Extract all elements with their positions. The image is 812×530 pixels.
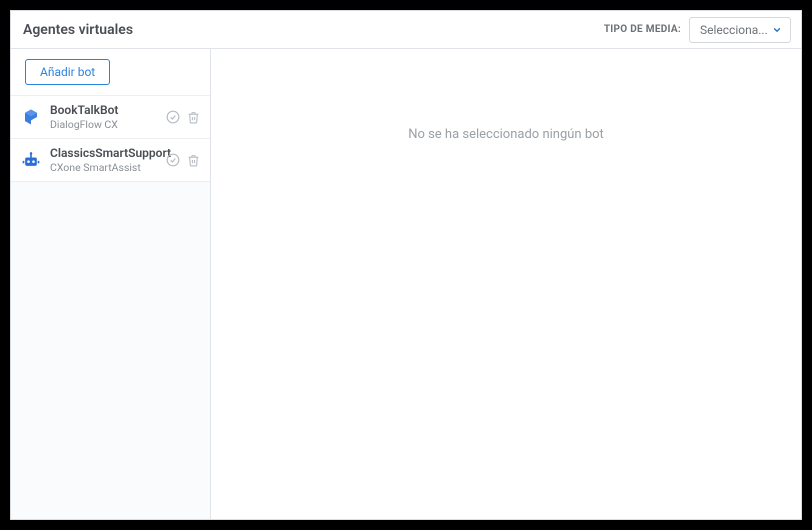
cxone-bot-icon	[21, 150, 41, 170]
header-bar: Agentes virtuales TIPO DE MEDIA: Selecci…	[11, 11, 801, 49]
trash-icon[interactable]	[186, 110, 200, 124]
bot-list-item[interactable]: BookTalkBot DialogFlow CX	[11, 95, 210, 139]
sidebar: Añadir bot BookTalkBot DialogFlow CX	[11, 49, 211, 519]
bot-list: BookTalkBot DialogFlow CX	[11, 95, 210, 182]
bot-provider: CXone SmartAssist	[50, 161, 157, 174]
body: Añadir bot BookTalkBot DialogFlow CX	[11, 49, 801, 519]
media-type-label: TIPO DE MEDIA:	[604, 24, 681, 35]
app-window: Agentes virtuales TIPO DE MEDIA: Selecci…	[10, 10, 802, 520]
chevron-down-icon	[772, 25, 782, 35]
page-title: Agentes virtuales	[23, 22, 133, 38]
add-bot-wrap: Añadir bot	[11, 49, 210, 95]
add-bot-button[interactable]: Añadir bot	[25, 59, 110, 85]
dialogflow-icon	[21, 107, 41, 127]
header-controls: TIPO DE MEDIA: Selecciona...	[604, 17, 791, 43]
bot-actions	[166, 153, 200, 167]
media-type-select[interactable]: Selecciona...	[689, 17, 791, 43]
check-circle-icon[interactable]	[166, 110, 180, 124]
main-panel: No se ha seleccionado ningún bot	[211, 49, 801, 519]
bot-text: BookTalkBot DialogFlow CX	[50, 103, 157, 131]
bot-text: ClassicsSmartSupport CXone SmartAssist	[50, 146, 157, 174]
check-circle-icon[interactable]	[166, 153, 180, 167]
bot-name: ClassicsSmartSupport	[50, 146, 157, 161]
bot-actions	[166, 110, 200, 124]
bot-provider: DialogFlow CX	[50, 118, 157, 131]
select-placeholder: Selecciona...	[700, 23, 768, 37]
trash-icon[interactable]	[186, 153, 200, 167]
empty-state-text: No se ha seleccionado ningún bot	[408, 127, 604, 142]
bot-name: BookTalkBot	[50, 103, 157, 118]
bot-list-item[interactable]: ClassicsSmartSupport CXone SmartAssist	[11, 139, 210, 182]
